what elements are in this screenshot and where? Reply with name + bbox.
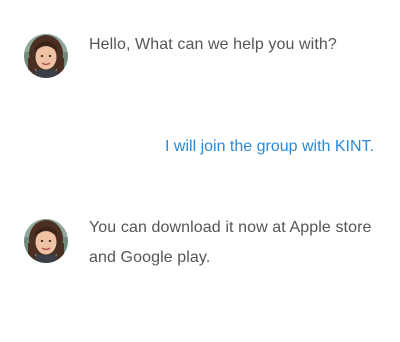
message-text: You can download it now at Apple store a…: [89, 219, 372, 266]
outgoing-message: I will join the group with KINT.: [0, 100, 400, 180]
avatar: [24, 34, 68, 78]
chat-thread: Hello, What can we help you with? I will…: [0, 0, 400, 342]
woman-portrait-avatar-icon: [24, 34, 68, 78]
message-text: Hello, What can we help you with?: [89, 36, 337, 53]
avatar: [24, 219, 68, 263]
woman-portrait-avatar-icon: [24, 219, 68, 263]
incoming-message: You can download it now at Apple store a…: [0, 180, 400, 300]
message-text: I will join the group with KINT.: [165, 138, 374, 155]
incoming-message: Hello, What can we help you with?: [0, 0, 400, 100]
